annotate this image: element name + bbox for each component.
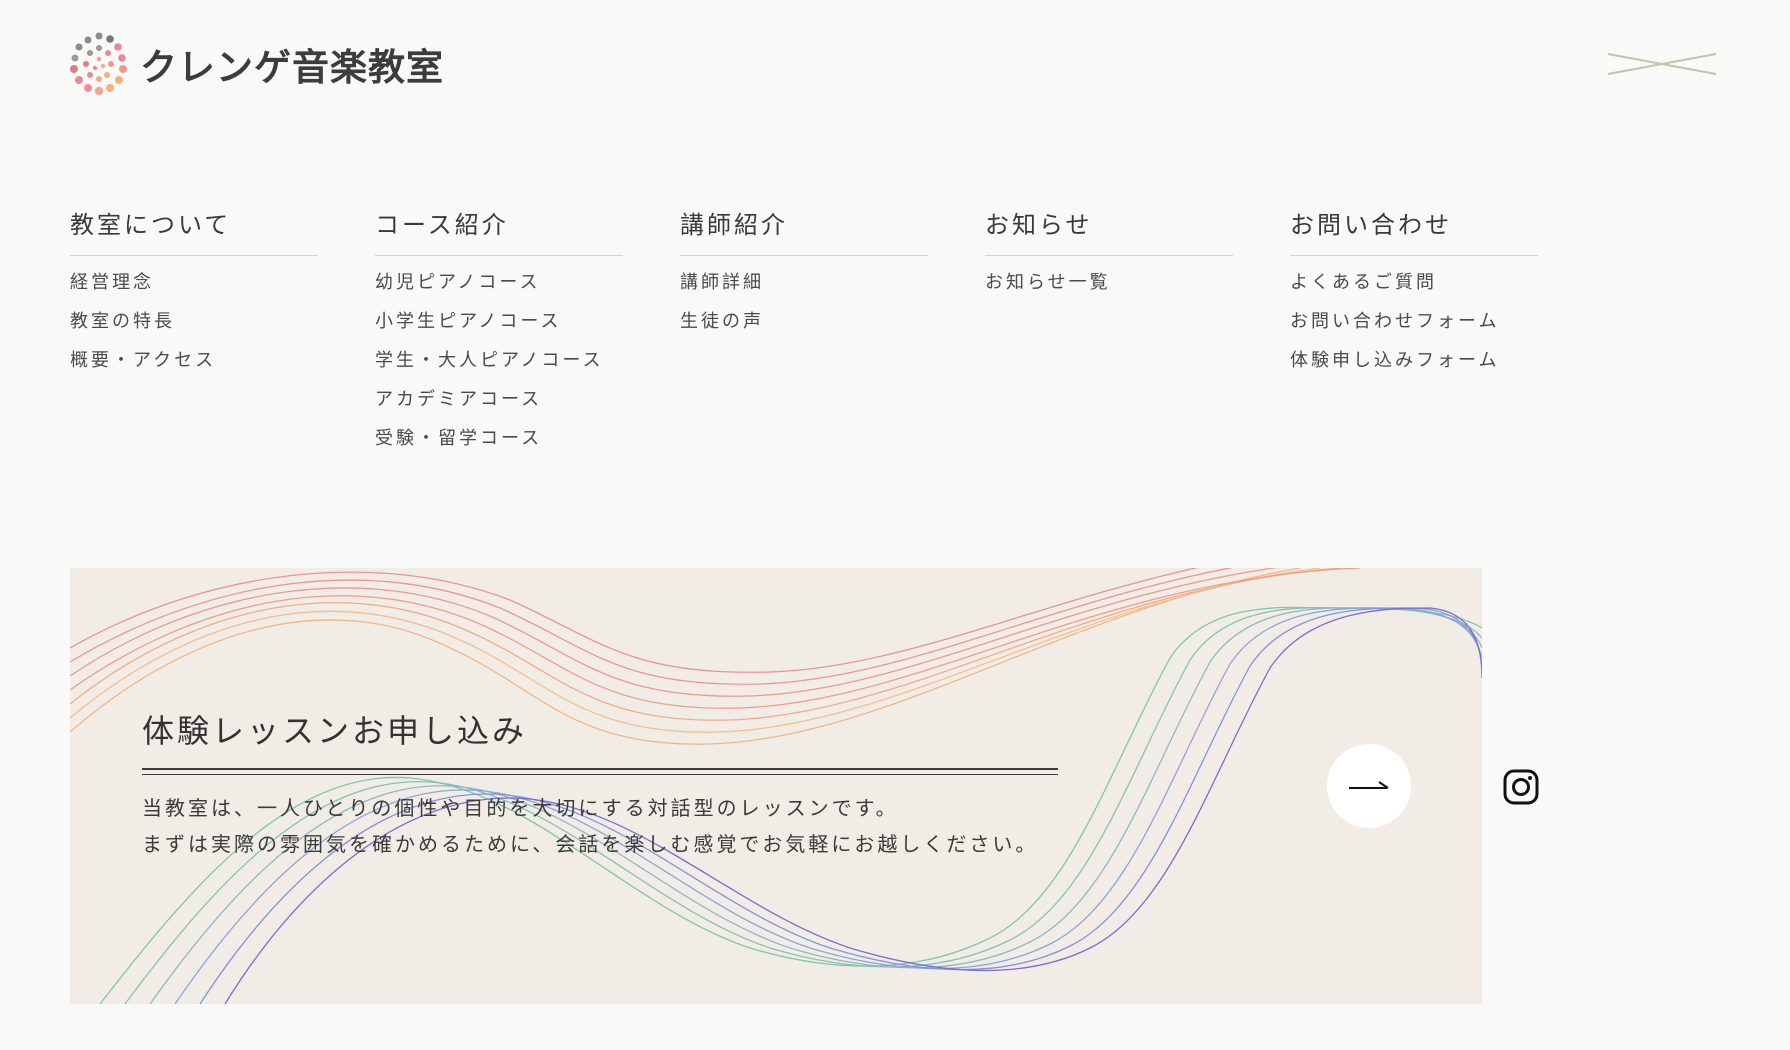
nav-link-student-voices[interactable]: 生徒の声 [680, 307, 928, 346]
nav-link-faq[interactable]: よくあるご質問 [1290, 268, 1538, 307]
nav-link-philosophy[interactable]: 経営理念 [70, 268, 318, 307]
nav-column-news: お知らせ お知らせ一覧 [985, 205, 1233, 463]
nav-column-contact: お問い合わせ よくあるご質問 お問い合わせフォーム 体験申し込みフォーム [1290, 205, 1538, 463]
nav-link-exam-study-abroad[interactable]: 受験・留学コース [375, 424, 623, 463]
close-menu-button[interactable] [1604, 48, 1720, 80]
nav-link-contact-form[interactable]: お問い合わせフォーム [1290, 307, 1538, 346]
close-x-icon [1607, 53, 1717, 75]
nav-link-adult-piano[interactable]: 学生・大人ピアノコース [375, 346, 623, 385]
banner-title: 体験レッスンお申し込み [142, 712, 528, 750]
nav-link-access[interactable]: 概要・アクセス [70, 346, 318, 385]
nav-link-elementary-piano[interactable]: 小学生ピアノコース [375, 307, 623, 346]
nav-link-academia[interactable]: アカデミアコース [375, 385, 623, 424]
instagram-link[interactable] [1502, 768, 1540, 806]
nav-link-infant-piano[interactable]: 幼児ピアノコース [375, 268, 623, 307]
nav-link-features[interactable]: 教室の特長 [70, 307, 318, 346]
nav-column-teachers: 講師紹介 講師詳細 生徒の声 [680, 205, 928, 463]
nav-heading-courses[interactable]: コース紹介 [375, 205, 623, 256]
nav-link-trial-form[interactable]: 体験申し込みフォーム [1290, 346, 1538, 385]
nav-heading-contact[interactable]: お問い合わせ [1290, 205, 1538, 256]
trial-lesson-banner[interactable]: 体験レッスンお申し込み 当教室は、一人ひとりの個性や目的を大切にする対話型のレッ… [70, 568, 1482, 1004]
dotted-circle-logo-icon [70, 32, 127, 96]
nav-heading-news[interactable]: お知らせ [985, 205, 1233, 256]
nav-heading-about[interactable]: 教室について [70, 205, 318, 256]
arrow-right-icon [1349, 781, 1389, 789]
footer-navigation: 教室について 経営理念 教室の特長 概要・アクセス コース紹介 幼児ピアノコース… [70, 205, 1595, 463]
site-logo[interactable]: クレンゲ音楽教室 [68, 32, 444, 96]
decorative-wave-lines [70, 568, 1482, 1004]
banner-description: 当教室は、一人ひとりの個性や目的を大切にする対話型のレッスンです。 まずは実際の… [142, 790, 1038, 862]
banner-description-line-1: 当教室は、一人ひとりの個性や目的を大切にする対話型のレッスンです。 [142, 796, 899, 820]
nav-link-news-list[interactable]: お知らせ一覧 [985, 268, 1233, 307]
banner-divider [142, 768, 1058, 775]
nav-column-courses: コース紹介 幼児ピアノコース 小学生ピアノコース 学生・大人ピアノコース アカデ… [375, 205, 623, 463]
instagram-icon [1503, 769, 1539, 805]
banner-description-line-2: まずは実際の雰囲気を確かめるために、会話を楽しむ感覚でお気軽にお越しください。 [142, 832, 1039, 856]
nav-heading-teachers[interactable]: 講師紹介 [680, 205, 928, 256]
trial-arrow-button[interactable] [1327, 744, 1411, 828]
nav-link-teacher-details[interactable]: 講師詳細 [680, 268, 928, 307]
nav-column-about: 教室について 経営理念 教室の特長 概要・アクセス [70, 205, 318, 463]
menu-overlay: クレンゲ音楽教室 教室について 経営理念 教室の特長 概要・アクセス コース紹介… [0, 0, 1790, 1050]
site-name: クレンゲ音楽教室 [140, 45, 444, 89]
